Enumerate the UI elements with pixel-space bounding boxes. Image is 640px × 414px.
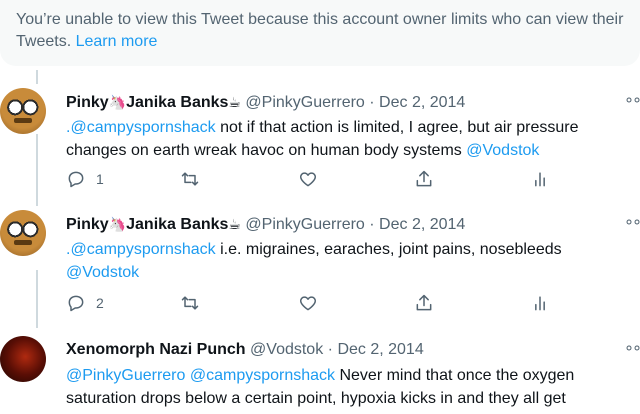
unicorn-emoji: 🦄: [108, 216, 127, 232]
mention-link[interactable]: @Vodstok: [66, 264, 139, 281]
like-icon: [299, 172, 317, 187]
reply-button[interactable]: 1: [66, 168, 104, 190]
tweet-text: .@campysporn​shack not if that action is…: [66, 119, 579, 159]
share-button[interactable]: [414, 292, 434, 314]
share-icon: [416, 170, 432, 187]
restricted-tweet-notice: You’re unable to view this Tweet because…: [0, 0, 640, 66]
action-bar: 1: [66, 168, 586, 192]
tweet-header: Xenomorph Nazi Punch @Vodstok · Dec 2, 2…: [66, 340, 424, 360]
avatar[interactable]: [0, 336, 46, 382]
timestamp[interactable]: Dec 2, 2014: [379, 94, 465, 111]
handle[interactable]: @Vodstok: [250, 341, 323, 358]
mention-link[interactable]: .@campysporn​shack: [66, 241, 216, 258]
tweet-text: .@campysporn​shack i.e. migraines, earac…: [66, 241, 562, 281]
more-icon[interactable]: ∘∘: [624, 90, 640, 110]
timestamp[interactable]: Dec 2, 2014: [379, 216, 465, 233]
separator: ·: [369, 216, 375, 233]
timestamp[interactable]: Dec 2, 2014: [337, 341, 423, 358]
like-icon: [299, 296, 317, 311]
retweet-icon: [181, 296, 199, 310]
display-name[interactable]: Pinky🦄Janika Banks☕: [66, 216, 241, 233]
thread-line-2: [36, 270, 38, 328]
mention-link[interactable]: @PinkyGuerrero: [66, 367, 185, 384]
retweet-icon: [181, 172, 199, 186]
avatar[interactable]: [0, 210, 46, 256]
mention-link[interactable]: @Vodstok: [466, 142, 539, 159]
handle[interactable]: @PinkyGuerrero: [245, 216, 364, 233]
separator: ·: [327, 341, 333, 358]
avatar[interactable]: [0, 88, 46, 134]
tweet-header: Pinky🦄Janika Banks☕ @PinkyGuerrero · Dec…: [66, 214, 465, 235]
share-button[interactable]: [414, 168, 434, 190]
share-icon: [416, 294, 432, 311]
retweet-button[interactable]: [180, 292, 200, 314]
unicorn-emoji: 🦄: [108, 94, 127, 110]
coffee-emoji: ☕: [228, 216, 241, 232]
analytics-button[interactable]: [530, 292, 550, 314]
mention-link[interactable]: @campysporn​shack: [190, 367, 335, 384]
thread-line-top: [36, 70, 38, 84]
analytics-button[interactable]: [530, 168, 550, 190]
analytics-icon: [535, 296, 545, 311]
reply-icon: [68, 171, 84, 188]
analytics-icon: [535, 172, 545, 187]
reply-button[interactable]: 2: [66, 292, 104, 314]
reply-count: 1: [96, 171, 104, 187]
like-button[interactable]: [298, 168, 318, 190]
like-button[interactable]: [298, 292, 318, 314]
more-icon[interactable]: ∘∘: [624, 338, 640, 358]
display-name[interactable]: Pinky🦄Janika Banks☕: [66, 94, 241, 111]
action-bar: 2: [66, 292, 586, 316]
handle[interactable]: @PinkyGuerrero: [245, 94, 364, 111]
retweet-button[interactable]: [180, 168, 200, 190]
reply-count: 2: [96, 295, 104, 311]
learn-more-link[interactable]: Learn more: [76, 33, 158, 50]
thread-line-1: [36, 134, 38, 206]
coffee-emoji: ☕: [228, 94, 241, 110]
more-icon[interactable]: ∘∘: [624, 212, 640, 232]
separator: ·: [369, 94, 375, 111]
reply-icon: [68, 295, 84, 312]
tweet-text: @PinkyGuerrero @campysporn​shack Never m…: [66, 367, 575, 407]
mention-link[interactable]: .@campysporn​shack: [66, 119, 216, 136]
tweet-header: Pinky🦄Janika Banks☕ @PinkyGuerrero · Dec…: [66, 92, 465, 113]
display-name[interactable]: Xenomorph Nazi Punch: [66, 341, 246, 358]
